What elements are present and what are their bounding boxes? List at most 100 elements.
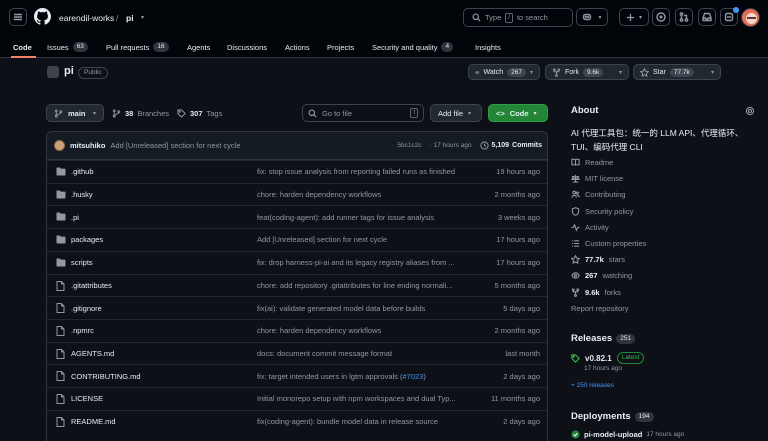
tab-pull-requests[interactable]: Pull requests 16	[106, 36, 169, 58]
table-row[interactable]: LICENSE Initial monorepo setup with npm w…	[47, 387, 547, 410]
table-row[interactable]: CONTRIBUTING.md fix: target intended user…	[47, 364, 547, 387]
commit-message[interactable]: Add [Unreleased] section for next cycle	[110, 141, 240, 150]
file-name[interactable]: .github	[71, 167, 94, 176]
deployments-heading[interactable]: Deployments 194	[571, 411, 654, 422]
sidebar-item-mit-license[interactable]: MIT license	[571, 174, 623, 183]
copilot-button[interactable]: ▾	[576, 8, 608, 26]
commits-link[interactable]: 5,109 Commits	[479, 141, 542, 150]
table-row[interactable]: .npmrc chore: harden dependency workflows…	[47, 318, 547, 342]
table-row[interactable]: packages Add [Unreleased] section for nex…	[47, 228, 547, 251]
sidebar-item-activity[interactable]: Activity	[571, 223, 609, 232]
table-row[interactable]: scripts fix: drop harness-pi-ai and its l…	[47, 250, 547, 274]
pull-requests-button[interactable]	[675, 8, 693, 26]
user-avatar[interactable]	[741, 8, 760, 27]
star-button[interactable]: Star 77.7k ▾	[633, 64, 721, 80]
file-name[interactable]: .gitignore	[71, 304, 102, 313]
commit-text: fix: drop harness-pi-ai and its legacy r…	[257, 258, 455, 268]
table-row[interactable]: AGENTS.md docs: document commit message f…	[47, 341, 547, 365]
file-commit-message[interactable]: Add [Unreleased] section for next cycle	[257, 235, 473, 244]
tab-code[interactable]: Code	[13, 36, 32, 58]
sidebar-item-watching[interactable]: 267 watching	[571, 271, 632, 280]
file-commit-message[interactable]: fix: target intended users in lgtm appro…	[257, 372, 473, 381]
notifications-button[interactable]	[720, 7, 739, 26]
file-name[interactable]: LICENSE	[71, 394, 103, 403]
watch-count: 267	[507, 67, 526, 77]
file-commit-message[interactable]: docs: document commit message format	[257, 349, 473, 358]
sidebar-item-report-repository[interactable]: Report repository	[571, 304, 629, 313]
latest-release[interactable]: v0.82.1 Latest	[571, 352, 645, 364]
file-commit-message[interactable]: Initial monorepo setup with npm workspac…	[257, 394, 473, 403]
table-row[interactable]: .gitattributes chore: add repository .git…	[47, 273, 547, 297]
branches-link[interactable]: 38 Branches	[112, 104, 169, 122]
tab-projects[interactable]: Projects	[327, 36, 354, 58]
tab-actions[interactable]: Actions	[285, 36, 310, 58]
table-row[interactable]: README.md fix(coding-agent): bundle model…	[47, 409, 547, 433]
sidebar-item-custom-properties[interactable]: Custom properties	[571, 239, 646, 248]
code-button[interactable]: <> Code ▾	[488, 104, 548, 122]
issues-button[interactable]	[652, 8, 670, 26]
sidebar-item-label: MIT license	[585, 174, 624, 184]
file-commit-message[interactable]: fix: drop harness-pi-ai and its legacy r…	[257, 258, 473, 267]
sidebar-item-forks[interactable]: 9.6k forks	[571, 288, 621, 297]
tab-security[interactable]: Security and quality 4	[372, 36, 454, 58]
sidebar-item-security-policy[interactable]: Security policy	[571, 207, 633, 216]
search-input[interactable]: Type / to search	[463, 8, 573, 27]
owner-link[interactable]: earendil-works	[59, 13, 114, 23]
go-to-file-input[interactable]: Go to file t	[302, 104, 424, 122]
file-name[interactable]: packages	[71, 235, 103, 244]
file-commit-message[interactable]: fix: stop issue analysis from reporting …	[257, 167, 473, 176]
table-row[interactable]: .husky chore: harden dependency workflows…	[47, 182, 547, 206]
file-name[interactable]: AGENTS.md	[71, 349, 114, 358]
repo-link[interactable]: pi	[126, 13, 134, 23]
branches-label: Branches	[137, 108, 170, 118]
gear-icon[interactable]	[745, 106, 755, 116]
file-name[interactable]: README.md	[71, 417, 116, 426]
sidebar-item-label: Report repository	[571, 303, 629, 313]
create-new-button[interactable]: ▾	[619, 8, 649, 26]
file-name[interactable]: scripts	[71, 258, 93, 267]
file-commit-message[interactable]: chore: add repository .gitattributes for…	[257, 281, 473, 290]
file-commit-message[interactable]: feat(coding-agent): add runner tags for …	[257, 213, 473, 222]
commit-author[interactable]: mitsuhiko	[70, 141, 105, 150]
visibility-badge: Public	[78, 67, 108, 79]
file-name[interactable]: CONTRIBUTING.md	[71, 372, 141, 381]
tags-link[interactable]: 307 Tags	[177, 104, 222, 122]
file-commit-message[interactable]: chore: harden dependency workflows	[257, 190, 473, 199]
file-name[interactable]: .gitattributes	[71, 281, 112, 290]
github-logo-icon[interactable]	[34, 8, 51, 25]
add-file-button[interactable]: Add file ▾	[430, 104, 482, 122]
tab-label: Projects	[327, 42, 355, 52]
file-commit-message[interactable]: fix(coding-agent): bundle model data in …	[257, 417, 473, 426]
fork-button[interactable]: Fork 9.6k ▾	[545, 64, 629, 80]
commit-hash[interactable]: 5bc1c2c	[397, 142, 421, 149]
sidebar-item-contributing[interactable]: Contributing	[571, 190, 625, 199]
file-name[interactable]: .npmrc	[71, 326, 94, 335]
table-row[interactable]: .pi feat(coding-agent): add runner tags f…	[47, 205, 547, 228]
menu-button[interactable]	[9, 8, 27, 26]
file-name[interactable]: .husky	[71, 190, 93, 199]
file-name[interactable]: .pi	[71, 213, 79, 222]
file-commit-message[interactable]: fix(ai): validate generated model data b…	[257, 304, 473, 313]
tab-discussions[interactable]: Discussions	[227, 36, 267, 58]
table-row[interactable]: .gitignore fix(ai): validate generated mo…	[47, 296, 547, 319]
global-header: earendil-works / pi ▾ Type / to search ▾…	[0, 0, 768, 58]
deployment-item[interactable]: pi-model-upload 17 hours ago	[571, 430, 684, 439]
repo-title[interactable]: pi	[64, 65, 74, 77]
commit-author-avatar[interactable]	[54, 140, 65, 151]
releases-heading[interactable]: Releases 251	[571, 333, 636, 344]
repo-switcher-chevron-icon[interactable]: ▾	[141, 14, 144, 21]
more-releases-link[interactable]: + 250 releases	[571, 382, 614, 389]
inbox-button[interactable]	[698, 8, 716, 26]
folder-icon	[56, 167, 66, 178]
file-commit-message[interactable]: chore: harden dependency workflows	[257, 326, 473, 335]
sidebar-item-stars[interactable]: 77.7k stars	[571, 255, 625, 265]
tab-insights[interactable]: Insights	[475, 36, 501, 58]
pr-link[interactable]: #7023	[403, 372, 424, 381]
commit-text: chore: harden dependency workflows	[257, 190, 382, 200]
branch-selector[interactable]: main ▾	[46, 104, 104, 122]
sidebar-item-readme[interactable]: Readme	[571, 158, 613, 167]
watch-button[interactable]: Watch 267 ▾	[468, 64, 540, 80]
table-row[interactable]: .github fix: stop issue analysis from rep…	[47, 160, 547, 183]
tab-issues[interactable]: Issues 63	[47, 36, 88, 58]
tab-agents[interactable]: Agents	[187, 36, 210, 58]
